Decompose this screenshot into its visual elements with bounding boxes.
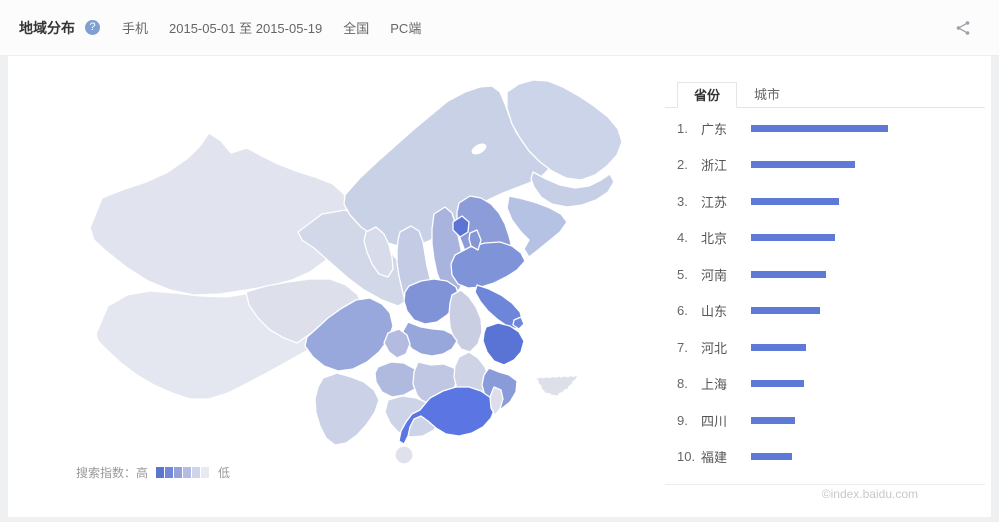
ranking-panel: 省份城市 1.广东2.浙江3.江苏4.北京5.河南6.山东7.河北8.上海9.四… (665, 82, 985, 475)
rank-number: 6. (677, 303, 701, 318)
province-label: 河北 (701, 338, 751, 357)
legend-swatch-3 (174, 467, 182, 478)
ranking-row[interactable]: 10.福建 (677, 439, 985, 476)
ranking-list: 1.广东2.浙江3.江苏4.北京5.河南6.山东7.河北8.上海9.四川10.福… (665, 110, 985, 475)
province-label: 福建 (701, 447, 751, 466)
filter-device-pc: PC端 (390, 18, 421, 37)
index-bar (751, 380, 804, 387)
rank-number: 5. (677, 267, 701, 282)
province-label: 浙江 (701, 155, 751, 174)
rank-number: 8. (677, 376, 701, 391)
page-title: 地域分布 (19, 18, 75, 38)
ranking-row[interactable]: 7.河北 (677, 329, 985, 366)
index-bar (751, 271, 826, 278)
province-zhejiang[interactable] (483, 323, 524, 365)
nine-dash-line-west (531, 386, 540, 443)
index-bar (751, 234, 835, 241)
ranking-row[interactable]: 4.北京 (677, 220, 985, 257)
index-bar (751, 417, 795, 424)
legend-high-label: 搜索指数：高 (76, 464, 148, 481)
legend-swatch-5 (192, 467, 200, 478)
legend-swatch-6 (201, 467, 209, 478)
province-xinjiang[interactable] (90, 133, 348, 295)
province-shandong[interactable] (451, 242, 525, 288)
province-hainan[interactable] (395, 446, 413, 464)
panel-divider (665, 484, 985, 485)
tab-city[interactable]: 城市 (737, 82, 797, 107)
province-taiwan[interactable] (490, 387, 503, 415)
legend-swatch-1 (156, 467, 164, 478)
ranking-row[interactable]: 3.江苏 (677, 183, 985, 220)
rank-number: 9. (677, 413, 701, 428)
rank-number: 10. (677, 449, 701, 464)
china-choropleth-map (8, 56, 668, 517)
index-bar (751, 344, 806, 351)
index-bar (751, 125, 888, 132)
ranking-row[interactable]: 5.河南 (677, 256, 985, 293)
filter-region-scope: 全国 (343, 18, 369, 37)
rank-number: 1. (677, 121, 701, 136)
ranking-row[interactable]: 8.上海 (677, 366, 985, 403)
province-yunnan[interactable] (315, 373, 379, 445)
widget-header: 地域分布 ? 手机 2015-05-01 至 2015-05-19 全国 PC端 (0, 0, 999, 56)
ranking-row[interactable]: 6.山东 (677, 293, 985, 330)
legend-swatch-4 (183, 467, 191, 478)
legend-low-label: 低 (218, 464, 230, 481)
legend-swatch-2 (165, 467, 173, 478)
rank-number: 7. (677, 340, 701, 355)
help-icon[interactable]: ? (85, 20, 100, 35)
index-bar (751, 161, 855, 168)
filter-bar: 手机 2015-05-01 至 2015-05-19 全国 PC端 (122, 18, 442, 37)
ranking-row[interactable]: 9.四川 (677, 402, 985, 439)
legend-swatches (148, 467, 210, 478)
watermark: ©index.baidu.com (822, 487, 918, 501)
province-label: 山东 (701, 301, 751, 320)
rank-number: 4. (677, 230, 701, 245)
south-china-sea-islands (536, 376, 578, 396)
province-label: 北京 (701, 228, 751, 247)
map-card: 搜索指数：高 低 省份城市 1.广东2.浙江3.江苏4.北京5.河南6.山东7.… (8, 56, 991, 517)
panel-tabs: 省份城市 (665, 82, 985, 108)
filter-date-range: 2015-05-01 至 2015-05-19 (169, 18, 322, 37)
index-bar (751, 307, 820, 314)
ranking-row[interactable]: 1.广东 (677, 110, 985, 147)
ranking-row[interactable]: 2.浙江 (677, 147, 985, 184)
index-bar (751, 453, 792, 460)
rank-number: 2. (677, 157, 701, 172)
province-label: 江苏 (701, 192, 751, 211)
share-icon[interactable] (955, 20, 971, 36)
province-hubei[interactable] (403, 322, 457, 356)
map-legend: 搜索指数：高 低 (76, 464, 230, 481)
filter-device-mobile: 手机 (122, 18, 148, 37)
index-bar (751, 198, 839, 205)
province-label: 四川 (701, 411, 751, 430)
tab-province[interactable]: 省份 (677, 82, 737, 108)
rank-number: 3. (677, 194, 701, 209)
region-distribution-widget: 地域分布 ? 手机 2015-05-01 至 2015-05-19 全国 PC端 (0, 0, 999, 522)
province-label: 上海 (701, 374, 751, 393)
province-label: 河南 (701, 265, 751, 284)
province-label: 广东 (701, 119, 751, 138)
